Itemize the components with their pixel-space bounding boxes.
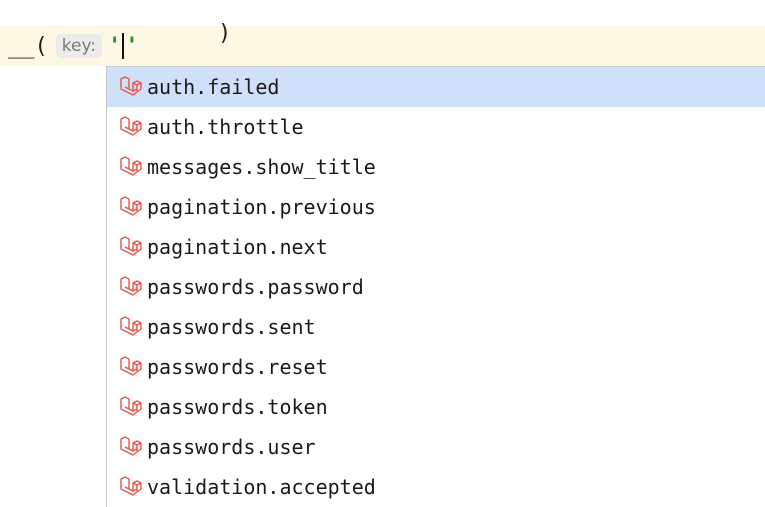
close-paren-text: ) bbox=[217, 21, 232, 46]
laravel-icon bbox=[120, 196, 142, 216]
completion-item-label: passwords.password bbox=[147, 275, 364, 299]
string-quote-open: ' bbox=[108, 33, 122, 59]
laravel-icon bbox=[120, 156, 142, 176]
top-strip bbox=[0, 0, 765, 14]
completion-item[interactable]: pagination.previous bbox=[107, 187, 765, 227]
editor-current-line[interactable]: __( key: ' ' ) bbox=[0, 21, 765, 102]
completion-item[interactable]: passwords.sent bbox=[107, 307, 765, 347]
completion-item[interactable]: pagination.next bbox=[107, 227, 765, 267]
completion-item-label: passwords.sent bbox=[147, 315, 316, 339]
completion-item-label: auth.failed bbox=[147, 75, 280, 99]
laravel-icon bbox=[120, 236, 142, 256]
completion-item-label: messages.show_title bbox=[147, 155, 376, 179]
completion-item[interactable]: passwords.token bbox=[107, 387, 765, 427]
laravel-icon bbox=[120, 476, 142, 496]
completion-item-label: passwords.token bbox=[147, 395, 328, 419]
laravel-icon bbox=[120, 276, 142, 296]
laravel-icon bbox=[120, 116, 142, 136]
completion-item[interactable]: messages.show_title bbox=[107, 147, 765, 187]
completion-item-label: passwords.reset bbox=[147, 355, 328, 379]
completion-item-label: auth.throttle bbox=[147, 115, 304, 139]
completion-item-label: passwords.user bbox=[147, 435, 316, 459]
completion-item[interactable]: validation.accepted bbox=[107, 467, 765, 507]
completion-list[interactable]: auth.failed auth.throttle messages.show_ti… bbox=[107, 67, 765, 507]
completion-item[interactable]: auth.failed bbox=[107, 67, 765, 107]
completion-item-label: pagination.previous bbox=[147, 195, 376, 219]
completion-item[interactable]: passwords.user bbox=[107, 427, 765, 467]
parameter-hint: key: bbox=[55, 34, 102, 58]
completion-item[interactable]: auth.throttle bbox=[107, 107, 765, 147]
text-caret bbox=[122, 33, 125, 59]
completion-item-label: validation.accepted bbox=[147, 475, 376, 499]
code-text[interactable]: __( key: ' ' ) bbox=[8, 21, 231, 102]
string-quote-close: ' bbox=[125, 33, 139, 59]
laravel-icon bbox=[120, 316, 142, 336]
laravel-icon bbox=[120, 356, 142, 376]
laravel-icon bbox=[120, 436, 142, 456]
completion-item[interactable]: passwords.reset bbox=[107, 347, 765, 387]
function-call-prefix: __( bbox=[8, 33, 48, 59]
completion-popup[interactable]: auth.failed auth.throttle messages.show_ti… bbox=[106, 66, 765, 507]
laravel-icon bbox=[120, 396, 142, 416]
completion-item-label: pagination.next bbox=[147, 235, 328, 259]
laravel-icon bbox=[120, 76, 142, 96]
completion-item[interactable]: passwords.password bbox=[107, 267, 765, 307]
